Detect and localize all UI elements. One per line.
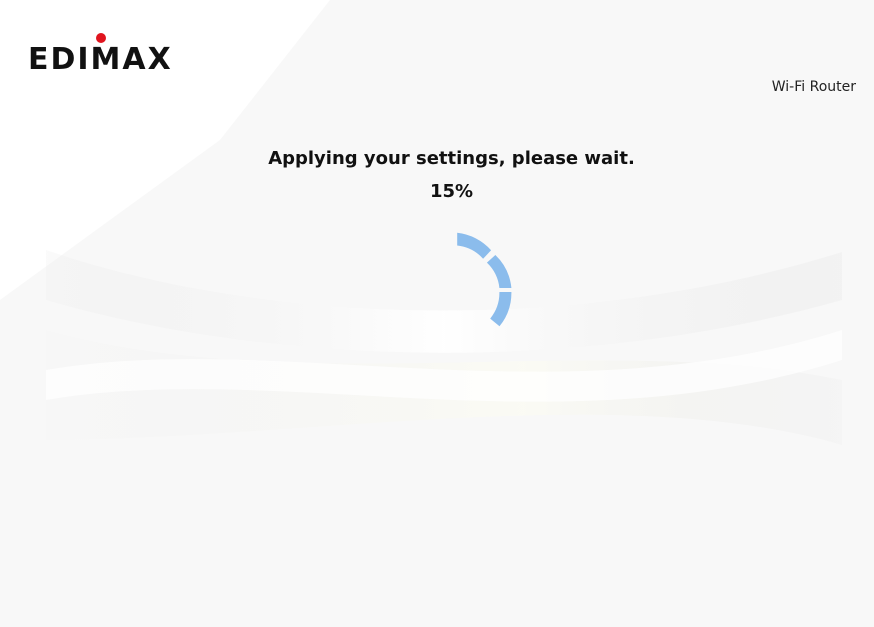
loading-spinner-icon (457, 232, 512, 327)
setup-progress-page: EDIMAX Wi-Fi Router Applying your settin… (0, 0, 874, 627)
status-message: Applying your settings, please wait. (268, 148, 635, 169)
logo-text: EDIMAX (28, 42, 173, 74)
spinner-segment-right-lower (490, 292, 512, 327)
product-name-label: Wi-Fi Router (771, 79, 856, 95)
progress-percentage: 15% (429, 181, 474, 202)
logo-red-dot (96, 33, 106, 43)
spinner-segment-right-upper (486, 255, 512, 288)
edimax-logo: EDIMAX (28, 33, 173, 74)
spinner-segment-top (457, 232, 492, 259)
